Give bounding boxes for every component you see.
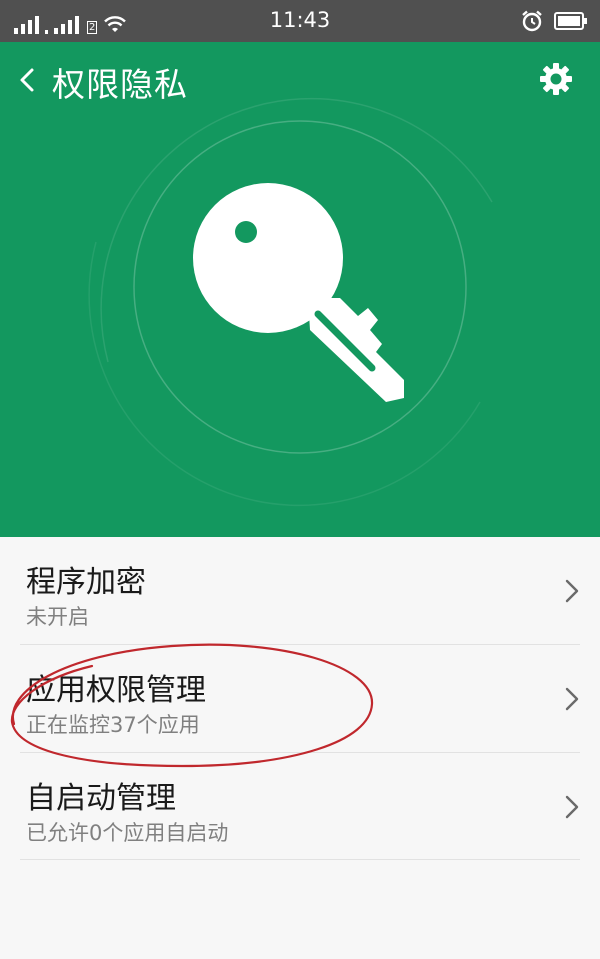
item-subtitle: 正在监控37个应用 <box>26 713 200 737</box>
header-hero: 权限隐私 <box>0 42 600 537</box>
divider <box>20 859 580 860</box>
battery-icon <box>554 12 587 30</box>
gear-icon[interactable] <box>538 61 574 97</box>
chevron-right-icon <box>565 579 579 603</box>
item-title: 程序加密 <box>26 565 146 600</box>
chevron-right-icon <box>565 795 579 819</box>
page-title: 权限隐私 <box>52 65 188 104</box>
item-subtitle: 未开启 <box>26 605 89 629</box>
list-item-autostart-manager[interactable]: 自启动管理 已允许0个应用自启动 <box>0 753 600 861</box>
chevron-left-icon[interactable] <box>14 60 46 100</box>
settings-list: 程序加密 未开启 应用权限管理 正在监控37个应用 自启动管理 已允许0个应用自… <box>0 537 600 959</box>
item-subtitle: 已允许0个应用自启动 <box>26 821 229 845</box>
alarm-icon <box>522 10 542 32</box>
item-title: 应用权限管理 <box>26 673 206 708</box>
item-title: 自启动管理 <box>26 781 176 816</box>
list-item-app-encryption[interactable]: 程序加密 未开启 <box>0 537 600 645</box>
status-right-icons <box>520 7 588 35</box>
status-time: 11:43 <box>269 8 331 32</box>
list-item-permission-manager[interactable]: 应用权限管理 正在监控37个应用 <box>0 645 600 753</box>
chevron-right-icon <box>565 687 579 711</box>
key-icon <box>193 183 404 402</box>
status-bar: 2 11:43 <box>0 0 600 42</box>
